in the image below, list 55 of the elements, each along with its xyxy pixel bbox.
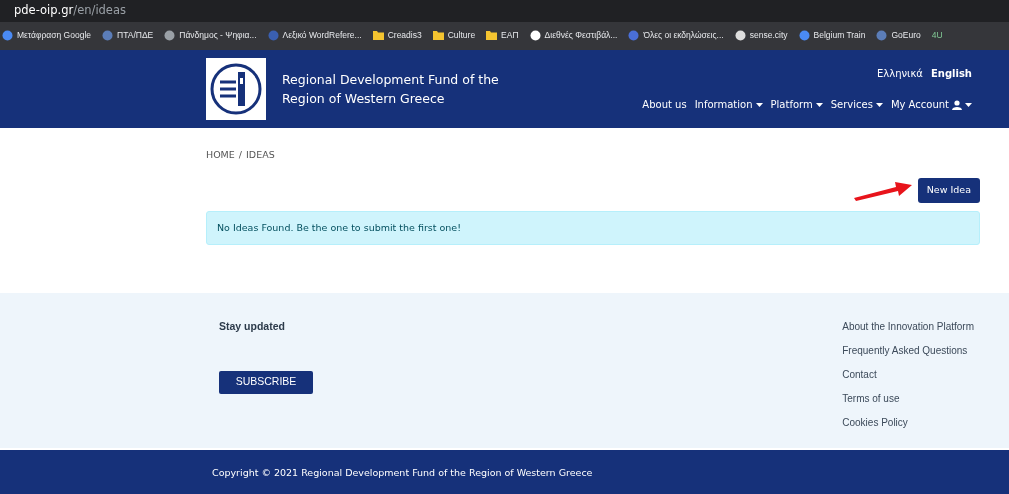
- footer-link[interactable]: Terms of use: [842, 390, 974, 406]
- site-title: Regional Development Fund of the: [282, 71, 499, 89]
- bookmark-item[interactable]: Μετάφραση Google: [2, 28, 92, 42]
- breadcrumb-item[interactable]: HOME: [206, 148, 235, 163]
- folder-icon: [432, 29, 444, 41]
- nav-link[interactable]: About us: [642, 97, 687, 112]
- nav-link[interactable]: My Account: [890, 97, 972, 112]
- footer-link[interactable]: Frequently Asked Questions: [842, 342, 974, 358]
- bookmark-item[interactable]: ΠΤΑ/ΠΔΕ: [102, 28, 154, 42]
- caret-icon: [815, 102, 823, 107]
- bookmark-item[interactable]: sense.city: [734, 28, 788, 42]
- breadcrumb-item: IDEAS: [246, 148, 275, 162]
- bookmark-item[interactable]: GoEuro: [876, 28, 921, 42]
- language-link[interactable]: English: [930, 66, 972, 81]
- site-favicon-icon: [267, 29, 279, 41]
- logo-drawing: [206, 58, 266, 120]
- site-favicon-icon: [529, 29, 541, 41]
- footer-heading: Stay updated: [219, 318, 285, 334]
- bookmark-item[interactable]: Όλες οι εκδηλώσεις...: [628, 28, 724, 42]
- nav-link[interactable]: Platform: [770, 97, 823, 112]
- site-favicon-icon: [876, 29, 888, 41]
- arrow-drawing: [851, 179, 914, 202]
- bookmark-item[interactable]: Creadis3: [372, 28, 422, 42]
- user-icon: [952, 99, 962, 110]
- nav-link[interactable]: Information: [694, 97, 763, 112]
- site-favicon-icon: [798, 29, 810, 41]
- bookmark-item[interactable]: Πάνδημος - Ψηφια...: [164, 28, 257, 42]
- footer-link[interactable]: About the Innovation Platform: [842, 318, 974, 334]
- bookmark-item[interactable]: ΕΑΠ: [486, 28, 519, 42]
- copyright-text: Copyright © 2021 Regional Development Fund of the Region of Western Greece: [212, 465, 593, 480]
- site-favicon-icon: [164, 29, 176, 41]
- caret-icon: [965, 102, 972, 107]
- site-favicon-icon: [102, 29, 114, 41]
- info-alert: No Ideas Found. Be the one to submit the first one!: [206, 210, 980, 245]
- bookmark-item[interactable]: Culture: [432, 28, 476, 42]
- folder-icon: [372, 29, 384, 41]
- breadcrumb-separator: /: [238, 148, 243, 162]
- url-text[interactable]: pde-oip.gr/en/ideas: [14, 2, 126, 20]
- bookmark-item[interactable]: 4U: [931, 28, 943, 42]
- nav-link[interactable]: Services: [830, 97, 883, 112]
- site-favicon-icon: [734, 29, 746, 41]
- bookmark-item[interactable]: Λεξικό WordRefere...: [267, 28, 362, 42]
- language-link[interactable]: Ελληνικά: [877, 66, 923, 81]
- folder-icon: [486, 29, 498, 41]
- new-idea-button[interactable]: New Idea: [917, 178, 980, 203]
- footer-link[interactable]: Contact: [842, 366, 974, 382]
- bookmark-item[interactable]: Διεθνές Φεστιβάλ...: [529, 28, 618, 42]
- site-favicon-icon: [628, 29, 640, 41]
- caret-icon: [875, 102, 883, 107]
- caret-icon: [755, 102, 763, 107]
- site-title: Region of Western Greece: [282, 90, 446, 108]
- bookmark-item[interactable]: Belgium Train: [798, 28, 866, 42]
- footer-link[interactable]: Cookies Policy: [842, 414, 974, 430]
- site-favicon-icon: [2, 29, 13, 41]
- subscribe-button[interactable]: SUBSCRIBE: [219, 370, 313, 394]
